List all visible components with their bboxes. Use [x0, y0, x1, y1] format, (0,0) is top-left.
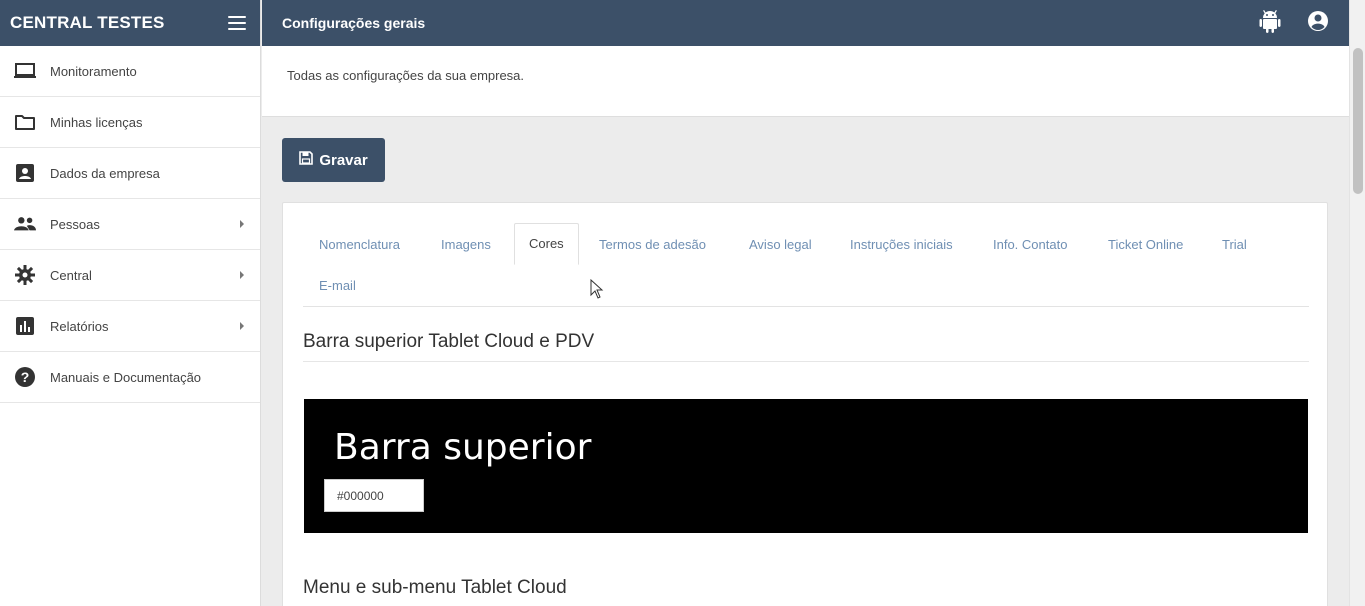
folder-icon	[14, 111, 36, 133]
sidebar-item-monitoramento[interactable]: Monitoramento	[0, 46, 260, 97]
sidebar-item-label: Manuais e Documentação	[50, 369, 202, 385]
top-bar: Configurações gerais	[262, 0, 1349, 46]
section-title-top-bar: Barra superior Tablet Cloud e PDV	[303, 331, 1309, 362]
contact-card-icon	[14, 162, 36, 184]
sidebar-item-label: Monitoramento	[50, 63, 137, 79]
brand-title: CENTRAL TESTES	[10, 13, 165, 32]
people-icon	[14, 213, 36, 235]
tab-cores[interactable]: Cores	[514, 223, 579, 265]
settings-tabs: Nomenclatura Imagens Cores Termos de ade…	[303, 223, 1309, 307]
page-scrollbar[interactable]	[1349, 0, 1365, 606]
account-icon[interactable]	[1307, 10, 1329, 37]
sidebar-item-label: Pessoas	[50, 216, 100, 232]
sidebar-item-manuais[interactable]: ? Manuais e Documentação	[0, 352, 260, 403]
chevron-right-icon	[240, 322, 244, 330]
sidebar-item-label: Relatórios	[50, 318, 109, 334]
menu-toggle-icon[interactable]	[228, 16, 246, 30]
tab-email[interactable]: E-mail	[319, 278, 356, 293]
svg-text:?: ?	[21, 369, 30, 385]
sidebar-item-label: Minhas licenças	[50, 114, 143, 130]
help-icon: ?	[14, 366, 36, 388]
brand-header: CENTRAL TESTES	[0, 0, 260, 46]
tab-ticket-online[interactable]: Ticket Online	[1108, 237, 1183, 252]
sidebar-item-licencas[interactable]: Minhas licenças	[0, 97, 260, 148]
tab-termos-adesao[interactable]: Termos de adesão	[599, 237, 706, 252]
page-description-panel: Todas as configurações da sua empresa.	[262, 46, 1349, 117]
tab-aviso-legal[interactable]: Aviso legal	[749, 237, 812, 252]
bar-chart-icon	[14, 315, 36, 337]
sidebar-item-label: Central	[50, 267, 92, 283]
sidebar-item-relatorios[interactable]: Relatórios	[0, 301, 260, 352]
sidebar-item-central[interactable]: Central	[0, 250, 260, 301]
tab-trial[interactable]: Trial	[1222, 237, 1247, 252]
top-bar-color-preview: Barra superior	[304, 399, 1308, 533]
chevron-right-icon	[240, 220, 244, 228]
settings-card: Nomenclatura Imagens Cores Termos de ade…	[282, 202, 1328, 606]
sidebar-item-dados-empresa[interactable]: Dados da empresa	[0, 148, 260, 199]
gear-icon	[14, 264, 36, 286]
chevron-right-icon	[240, 271, 244, 279]
page-title: Configurações gerais	[282, 15, 426, 31]
tab-imagens[interactable]: Imagens	[441, 237, 491, 252]
save-button-label: Gravar	[319, 151, 368, 169]
tab-instrucoes-iniciais[interactable]: Instruções iniciais	[850, 237, 953, 252]
preview-text: Barra superior	[334, 427, 592, 468]
monitor-icon	[14, 60, 36, 82]
page-description: Todas as configurações da sua empresa.	[287, 68, 525, 83]
section-title-menu: Menu e sub-menu Tablet Cloud	[303, 577, 1309, 606]
tab-nomenclatura[interactable]: Nomenclatura	[319, 237, 400, 252]
scrollbar-thumb[interactable]	[1353, 48, 1363, 194]
floppy-disk-icon	[299, 151, 314, 169]
android-icon[interactable]	[1259, 9, 1281, 38]
sidebar-item-label: Dados da empresa	[50, 165, 160, 181]
sidebar: CENTRAL TESTES Monitoramento Minhas lice…	[0, 0, 261, 606]
tab-info-contato[interactable]: Info. Contato	[993, 237, 1067, 252]
save-button[interactable]: Gravar	[282, 138, 385, 182]
sidebar-item-pessoas[interactable]: Pessoas	[0, 199, 260, 250]
top-bar-color-input[interactable]	[324, 479, 424, 512]
mouse-cursor-icon	[590, 278, 604, 304]
